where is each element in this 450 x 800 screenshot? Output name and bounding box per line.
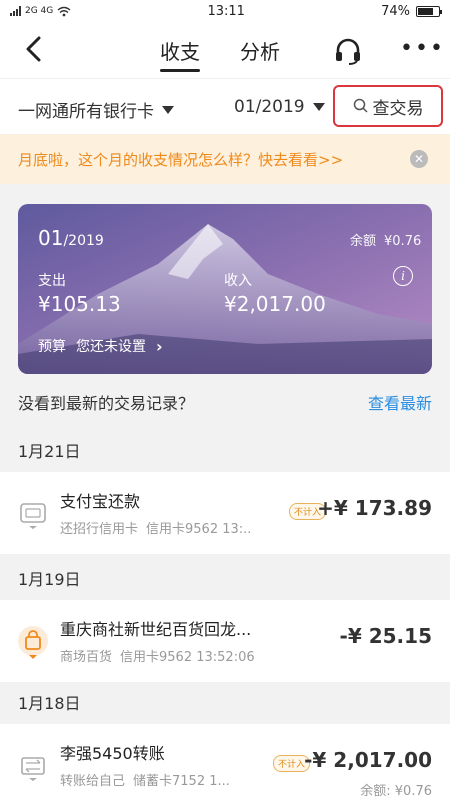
search-icon [353,98,368,113]
chevron-right-icon: › [156,336,163,356]
nav-tabs: 收支 分析 [160,22,280,78]
alipay-icon [20,503,46,529]
month-end-notice[interactable]: 月底啦，这个月的收支情况怎么样？快去看看>> ✕ [0,134,450,184]
filter-bar: 一网通所有银行卡 01/2019 查交易 [0,78,450,134]
budget-label: 预算 [38,339,66,355]
view-latest-link[interactable]: 查看最新 [368,390,432,414]
status-bar: 2G 4G 13:11 74% [0,0,450,22]
card-month-number: 01 [38,226,64,250]
dropdown-arrow-icon [162,105,174,114]
transaction-row[interactable]: 支付宝还款 还招行信用卡 信用卡9562 13:.. 不计入 +¥ 173.89 [0,472,450,554]
card-month: 01/2019 [38,226,104,250]
transaction-amount: +¥ 173.89 [317,496,432,520]
nav-bar: 收支 分析 ••• [0,22,450,78]
tab-income-expense[interactable]: 收支 [160,22,200,78]
dropdown-arrow-icon [312,103,325,111]
date-header: 1月18日 [18,694,81,713]
battery-status: 74% [381,3,442,19]
transaction-amount: -¥ 25.15 [339,624,432,648]
network-type: 2G 4G [25,6,54,16]
card-selector-label: 一网通所有银行卡 [18,102,154,122]
card-year: /2019 [63,233,104,249]
battery-percent: 74% [381,3,410,19]
balance-value: ¥0.76 [384,234,422,249]
transaction-title: 支付宝还款 [60,492,141,511]
month-selector[interactable]: 01/2019 [234,97,325,117]
transaction-account: 信用卡9562 13:52:06 [120,650,255,665]
latest-records-row: 没看到最新的交易记录？ 查看最新 [0,380,450,424]
transaction-subtitle: 转账给自己 储蓄卡7152 1... [60,770,230,789]
transaction-account: 储蓄卡7152 1... [133,774,230,789]
battery-icon [415,5,442,17]
search-transactions-button[interactable]: 查交易 [333,85,443,127]
more-menu-icon[interactable]: ••• [400,38,445,60]
headset-icon[interactable] [333,36,363,66]
tab-analysis[interactable]: 分析 [240,22,280,78]
date-header: 1月21日 [18,442,81,461]
transaction-amount: -¥ 2,017.00 [304,748,432,772]
shopping-bag-icon [18,626,48,659]
transaction-balance: 余额: ¥0.76 [360,784,432,799]
transfer-icon [21,757,45,781]
wifi-icon [57,6,71,16]
card-selector[interactable]: 一网通所有银行卡 [18,97,174,122]
info-icon[interactable]: i [393,266,413,286]
transaction-subtitle: 商场百货 信用卡9562 13:52:06 [60,646,255,665]
income-value: ¥2,017.00 [224,292,326,316]
latest-prompt: 没看到最新的交易记录？ [18,394,195,413]
signal-icon [10,6,21,16]
monthly-summary-card: 01/2019 余额 ¥0.76 支出 ¥105.13 收入 ¥2,017.00 … [18,204,432,374]
transaction-desc: 还招行信用卡 [60,522,139,537]
transaction-subtitle: 还招行信用卡 信用卡9562 13:.. [60,518,251,537]
card-balance: 余额 ¥0.76 [350,230,421,249]
clock: 13:11 [207,3,245,19]
income-label: 收入 [224,273,252,289]
transaction-row[interactable]: 李强5450转账 转账给自己 储蓄卡7152 1... 不计入 -¥ 2,017.… [0,724,450,800]
notice-text[interactable]: 月底啦，这个月的收支情况怎么样？快去看看>> [18,149,343,170]
budget-value: 您还未设置 [76,339,146,355]
transaction-title: 李强5450转账 [60,744,165,763]
transaction-desc: 转账给自己 [60,774,126,789]
balance-label: 余额 [350,234,377,249]
transaction-row[interactable]: 重庆商社新世纪百货回龙... 商场百货 信用卡9562 13:52:06 -¥ 2… [0,600,450,682]
search-label: 查交易 [372,98,424,119]
transaction-title: 重庆商社新世纪百货回龙... [60,620,252,639]
expense-value: ¥105.13 [38,292,121,316]
close-icon[interactable]: ✕ [410,150,428,168]
expense-label: 支出 [38,273,66,289]
transaction-desc: 商场百货 [60,650,113,665]
month-selector-label: 01/2019 [234,97,305,117]
signal-indicators: 2G 4G [10,6,71,17]
back-arrow-icon[interactable] [20,34,50,64]
date-header: 1月19日 [18,570,81,589]
transaction-account: 信用卡9562 13:.. [146,522,252,537]
budget-row[interactable]: 预算 您还未设置 › [38,336,163,356]
